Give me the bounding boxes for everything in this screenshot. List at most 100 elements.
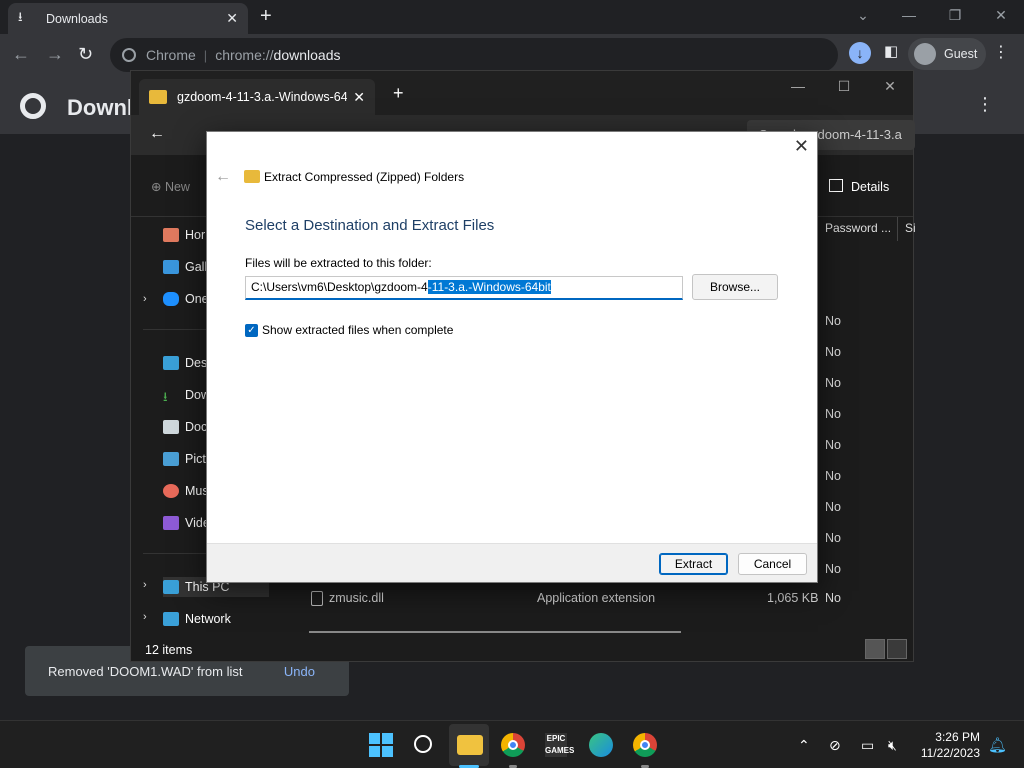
close-window-button[interactable]: ✕ xyxy=(867,71,913,101)
cancel-button[interactable]: Cancel xyxy=(738,553,807,575)
chevron-down-icon[interactable]: ⌄ xyxy=(840,0,886,32)
explorer-window-controls: — ☐ ✕ xyxy=(775,71,913,101)
system-clock[interactable]: 3:26 PM 11/22/2023 xyxy=(914,729,980,761)
destination-label: Files will be extracted to this folder: xyxy=(245,256,432,270)
address-host: chrome:// xyxy=(215,47,274,63)
chrome-window-controls: ⌄ — ❐ ✕ xyxy=(840,0,1024,32)
nav-item-label: Pict xyxy=(185,452,206,466)
file-type: Application extension xyxy=(537,591,656,605)
chrome-menu-icon[interactable]: ⋮ xyxy=(993,42,1009,62)
downloads-icon[interactable]: ↓ xyxy=(849,42,871,64)
restore-button[interactable]: ❐ xyxy=(932,0,978,32)
side-panel-icon[interactable]: ◧ xyxy=(884,42,898,60)
minimize-button[interactable]: — xyxy=(886,0,932,32)
chevron-up-icon[interactable]: ⌃ xyxy=(798,737,810,754)
details-view-button[interactable] xyxy=(865,639,885,659)
minimize-button[interactable]: — xyxy=(775,71,821,101)
details-button[interactable]: Details xyxy=(829,179,889,194)
explorer-new-tab-button[interactable]: + xyxy=(393,83,404,104)
download-icon: ⭳ xyxy=(163,389,168,404)
show-files-checkbox-row[interactable]: ✓ Show extracted files when complete xyxy=(245,323,453,337)
dialog-heading: Select a Destination and Extract Files xyxy=(245,217,495,234)
nav-item-documents[interactable]: Doc xyxy=(163,417,207,437)
new-button-label: New xyxy=(164,180,190,194)
chevron-right-icon[interactable]: › xyxy=(143,579,147,591)
back-button[interactable]: ← xyxy=(12,44,30,65)
tiles-view-button[interactable] xyxy=(887,639,907,659)
nav-item-label: Doc xyxy=(185,420,208,434)
close-icon[interactable]: ✕ xyxy=(794,136,809,157)
nav-item-pictures[interactable]: Pict xyxy=(163,449,206,469)
back-arrow-icon[interactable]: ← xyxy=(215,168,231,186)
column-header-size[interactable]: Si xyxy=(905,221,916,235)
taskbar: EPIC GAMES ⌃ ⊘ ▭ 🔇︎ 3:26 PM 11/22/2023 🔔… xyxy=(0,720,1024,768)
nav-item-label: Hor xyxy=(185,228,206,242)
file-name: zmusic.dll xyxy=(329,591,384,605)
view-toggle xyxy=(865,639,907,659)
close-tab-icon[interactable]: ✕ xyxy=(353,89,365,106)
download-icon: ⭳ xyxy=(18,8,23,24)
nav-item-home[interactable]: Hor xyxy=(163,225,205,245)
nav-item-videos[interactable]: Vide xyxy=(163,513,210,533)
windows-start-icon[interactable] xyxy=(369,733,393,757)
horizontal-scrollbar[interactable] xyxy=(309,631,681,633)
edge-icon[interactable] xyxy=(589,733,613,757)
chrome-site-icon xyxy=(122,48,136,62)
folder-icon xyxy=(149,90,167,104)
undo-button[interactable]: Undo xyxy=(284,664,315,679)
nav-item-onedrive[interactable]: One xyxy=(163,289,209,309)
music-icon xyxy=(163,484,179,498)
chrome-logo-icon xyxy=(20,93,46,119)
maximize-button[interactable]: ☐ xyxy=(821,71,867,101)
forward-button[interactable]: → xyxy=(46,44,64,65)
search-icon[interactable] xyxy=(414,735,432,753)
chrome-icon[interactable] xyxy=(633,733,657,757)
home-icon xyxy=(163,228,179,242)
explorer-tab[interactable]: gzdoom-4-11-3.a.-Windows-64 ✕ xyxy=(139,79,375,115)
nav-item-music[interactable]: Mus xyxy=(163,481,209,501)
chrome-tab-downloads[interactable]: ⭳ Downloads ✕ xyxy=(8,3,248,34)
close-tab-icon[interactable]: ✕ xyxy=(226,10,238,27)
password-cell: No xyxy=(825,438,841,452)
back-arrow-icon[interactable]: ← xyxy=(149,125,165,143)
extract-dialog: ✕ ← Extract Compressed (Zipped) Folders … xyxy=(206,131,818,583)
browse-button[interactable]: Browse... xyxy=(692,274,778,300)
checkbox-label: Show extracted files when complete xyxy=(262,323,454,337)
volume-muted-icon[interactable]: 🔇︎ xyxy=(888,737,897,754)
epic-games-icon[interactable]: EPIC GAMES xyxy=(545,733,574,757)
notification-bell-icon[interactable]: 🔔︎ xyxy=(988,736,1007,754)
chevron-right-icon[interactable]: › xyxy=(143,293,147,305)
checkbox-checked-icon[interactable]: ✓ xyxy=(245,323,258,337)
clock-time: 3:26 PM xyxy=(935,730,980,744)
address-scheme-label: Chrome xyxy=(146,47,196,63)
file-size: 1,065 KB xyxy=(767,591,819,605)
network-disconnected-icon[interactable]: ⊘ xyxy=(829,737,841,754)
new-button[interactable]: ⊕ New xyxy=(151,179,190,194)
explorer-tab-title: gzdoom-4-11-3.a.-Windows-64 xyxy=(177,90,348,104)
reload-button[interactable]: ↻ xyxy=(78,44,93,65)
more-options-icon[interactable]: ⋮ xyxy=(976,94,994,115)
column-header-password[interactable]: Password ... xyxy=(825,221,891,235)
profile-button[interactable]: Guest xyxy=(908,38,986,70)
close-window-button[interactable]: ✕ xyxy=(978,0,1024,32)
nav-item-gallery[interactable]: Gall xyxy=(163,257,207,277)
column-divider xyxy=(897,217,898,241)
nav-item-downloads[interactable]: ⭳ Dow xyxy=(163,385,210,405)
nav-item-network[interactable]: Network xyxy=(163,609,231,629)
computer-icon xyxy=(163,580,179,594)
zip-folder-icon xyxy=(244,170,260,183)
destination-path-input[interactable]: C:\Users\vm6\Desktop\gzdoom-4-11-3.a.-Wi… xyxy=(245,276,683,300)
profile-label: Guest xyxy=(944,47,978,61)
address-bar[interactable]: Chrome | chrome:// downloads xyxy=(110,38,838,72)
new-tab-button[interactable]: + xyxy=(260,5,272,28)
display-icon[interactable]: ▭ xyxy=(861,737,874,754)
chevron-right-icon[interactable]: › xyxy=(143,611,147,623)
toast-message: Removed 'DOOM1.WAD' from list xyxy=(48,663,243,679)
pictures-icon xyxy=(163,452,179,466)
password-cell: No xyxy=(825,345,841,359)
file-explorer-icon[interactable] xyxy=(457,735,483,755)
password-cell: No xyxy=(825,469,841,483)
extract-button[interactable]: Extract xyxy=(659,553,728,575)
chrome-icon[interactable] xyxy=(501,733,525,757)
table-row[interactable]: zmusic.dll Application extension 1,065 K… xyxy=(303,589,915,609)
